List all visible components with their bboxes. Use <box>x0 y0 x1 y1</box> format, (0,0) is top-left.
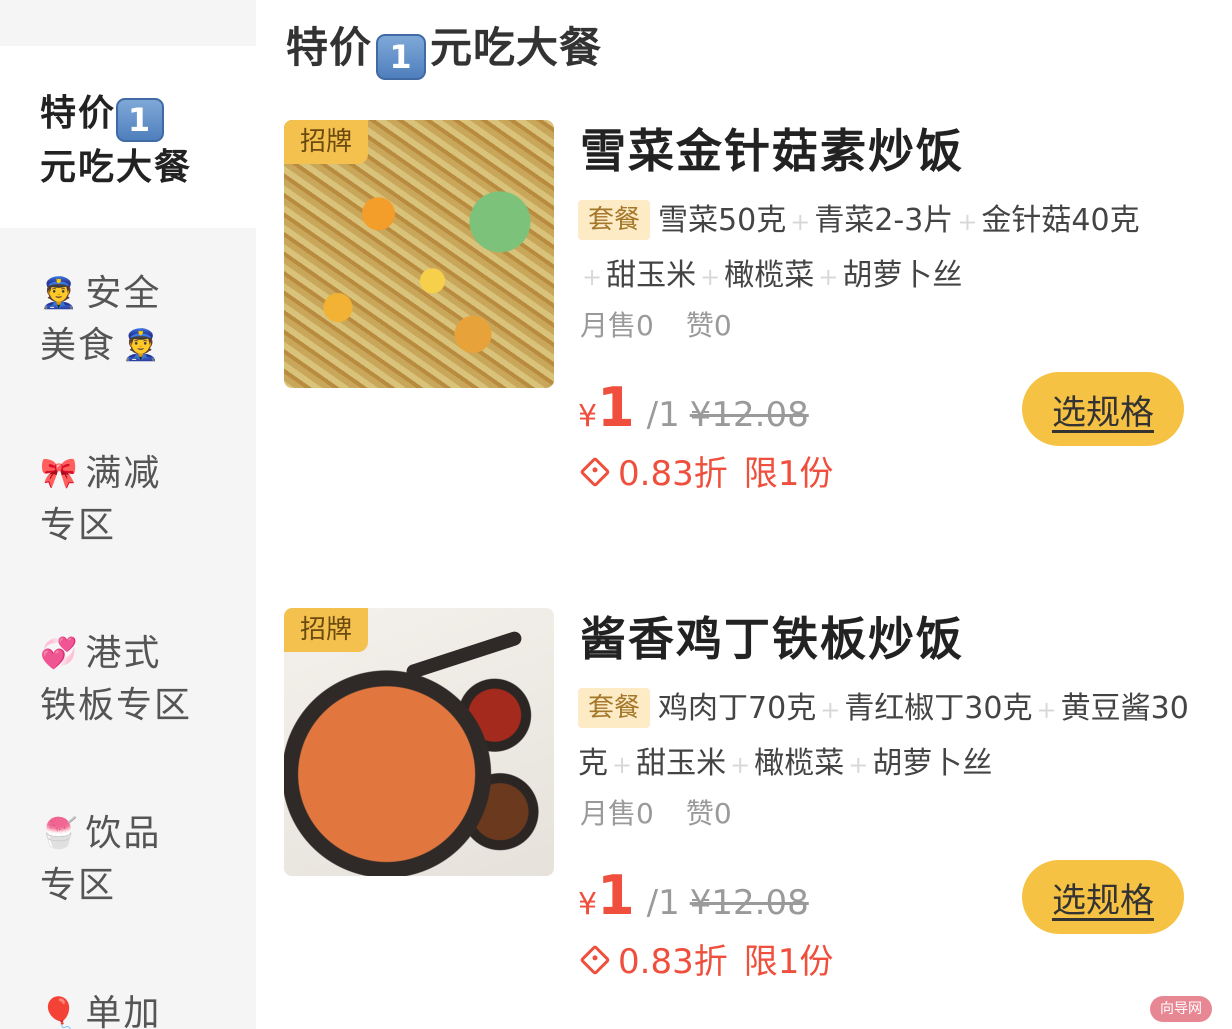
section-title-text: 元吃大餐 <box>430 23 603 72</box>
plus-icon: + <box>957 208 978 236</box>
sidebar-item-label: 美食 <box>40 325 117 366</box>
ingredient: 雪菜50克 <box>658 203 787 238</box>
sidebar-item-label: 单加 <box>85 993 162 1029</box>
signature-badge: 招牌 <box>284 120 368 164</box>
currency-symbol: ¥ <box>578 887 598 922</box>
plus-icon: + <box>700 263 721 291</box>
sidebar-item-label: 满减 <box>85 453 162 494</box>
keycap-one-icon: 1 <box>116 98 165 142</box>
ribbon-icon: 🎀 <box>40 456 80 491</box>
sidebar-item-special-price[interactable]: 特价 1 元吃大餐 <box>40 88 240 194</box>
sidebar-item-label: 特价 <box>40 93 117 134</box>
product-name: 雪菜金针菇素炒饭 <box>580 124 964 178</box>
plus-icon: + <box>612 751 633 779</box>
ingredient: 金针菇40克 <box>981 203 1140 238</box>
police-officer-icon: 👮 <box>122 328 162 363</box>
ingredient: 甜玉米 <box>636 746 727 781</box>
ingredient: 鸡肉丁70克 <box>658 691 817 726</box>
ingredient: 橄榄菜 <box>754 746 845 781</box>
sidebar-item-hk-teppanyaki[interactable]: 💞 港式 铁板专区 <box>40 628 240 732</box>
ingredient: 胡萝卜丝 <box>872 746 993 781</box>
watermark-logo: 向导网 <box>1150 996 1212 1022</box>
keycap-one-icon: 1 <box>376 34 427 80</box>
current-price: 1 <box>597 864 635 927</box>
revolving-hearts-icon: 💞 <box>40 636 80 671</box>
price-tag-icon <box>579 456 611 488</box>
product-stats: 月售0 赞0 <box>580 306 732 346</box>
section-title-text: 特价 <box>286 23 373 72</box>
current-price: 1 <box>597 376 635 439</box>
product-description: 套餐 雪菜50克 + 青菜2-3片 + 金针菇40克 + 甜玉米 + 橄榄菜 + 胡萝卜丝 <box>578 194 1208 304</box>
likes-count: 赞0 <box>685 309 732 342</box>
category-sidebar: 特价 1 元吃大餐 👮 安全 美食 👮 🎀 满减 专区 💞 港式 铁板专区 🍧 … <box>0 0 256 1029</box>
sidebar-item-label: 专区 <box>40 505 117 546</box>
sidebar-item-label: 元吃大餐 <box>40 147 193 188</box>
sidebar-item-label: 铁板专区 <box>40 685 193 726</box>
balloon-icon: 🎈 <box>40 996 80 1029</box>
discount-info: 0.83折 限1份 <box>578 452 833 496</box>
sidebar-item-label: 安全 <box>85 273 162 314</box>
original-price: ¥12.08 <box>689 883 809 923</box>
ingredient: 青红椒丁30克 <box>844 691 1033 726</box>
monthly-sales: 月售0 <box>580 309 654 342</box>
sidebar-item-food-safety[interactable]: 👮 安全 美食 👮 <box>40 268 240 372</box>
sidebar-item-drinks[interactable]: 🍧 饮品 专区 <box>40 808 240 912</box>
product-name: 酱香鸡丁铁板炒饭 <box>580 612 964 666</box>
product-image[interactable]: 招牌 <box>284 608 554 876</box>
discount-rate: 0.83折 <box>618 454 728 494</box>
monthly-sales: 月售0 <box>580 797 654 830</box>
plus-icon: + <box>730 751 751 779</box>
page: 特价 1 元吃大餐 👮 安全 美食 👮 🎀 满减 专区 💞 港式 铁板专区 🍧 … <box>0 0 1232 1029</box>
sidebar-item-label: 专区 <box>40 865 117 906</box>
signature-badge: 招牌 <box>284 608 368 652</box>
section-title: 特价 1 元吃大餐 <box>286 18 602 80</box>
product-description: 套餐 鸡肉丁70克 + 青红椒丁30克 + 黄豆酱30克 + 甜玉米 + 橄榄菜 + 胡萝卜丝 <box>578 682 1208 792</box>
price-unit: /1 <box>646 395 680 435</box>
likes-count: 赞0 <box>685 797 732 830</box>
price-tag-icon <box>579 944 611 976</box>
select-spec-button[interactable]: 选规格 <box>1022 860 1184 934</box>
plus-icon: + <box>820 696 841 724</box>
ingredient: 青菜2-3片 <box>814 203 954 238</box>
discount-rate: 0.83折 <box>618 942 728 982</box>
discount-info: 0.83折 限1份 <box>578 940 833 984</box>
price-row: ¥1/1 ¥12.08 <box>578 866 809 926</box>
product-card[interactable]: 招牌 酱香鸡丁铁板炒饭 套餐 鸡肉丁70克 + 青红椒丁30克 + 黄豆酱30克 + 甜玉米 +… <box>284 608 1214 1029</box>
currency-symbol: ¥ <box>578 399 598 434</box>
sidebar-item-label: 港式 <box>85 633 162 674</box>
product-image[interactable]: 招牌 <box>284 120 554 388</box>
plus-icon: + <box>848 751 869 779</box>
police-officer-icon: 👮 <box>40 276 80 311</box>
shaved-ice-icon: 🍧 <box>40 816 80 851</box>
product-card[interactable]: 招牌 雪菜金针菇素炒饭 套餐 雪菜50克 + 青菜2-3片 + 金针菇40克 + 甜玉米 + 橄榄… <box>284 120 1214 560</box>
plus-icon: + <box>790 208 811 236</box>
set-meal-tag: 套餐 <box>578 688 651 728</box>
sidebar-item-previous[interactable] <box>0 0 256 46</box>
sidebar-item-add-ons[interactable]: 🎈 单加 <box>40 988 240 1029</box>
ingredient: 胡萝卜丝 <box>842 258 963 293</box>
plus-icon: + <box>818 263 839 291</box>
sidebar-item-label: 饮品 <box>85 813 162 854</box>
pan-handle <box>404 629 524 681</box>
ingredient: 甜玉米 <box>606 258 697 293</box>
plus-icon: + <box>1036 696 1057 724</box>
original-price: ¥12.08 <box>689 395 809 435</box>
set-meal-tag: 套餐 <box>578 200 651 240</box>
select-spec-button[interactable]: 选规格 <box>1022 372 1184 446</box>
price-row: ¥1/1 ¥12.08 <box>578 378 809 438</box>
price-unit: /1 <box>646 883 680 923</box>
plus-icon: + <box>582 263 603 291</box>
product-stats: 月售0 赞0 <box>580 794 732 834</box>
purchase-limit: 限1份 <box>743 454 834 494</box>
ingredient: 橄榄菜 <box>724 258 815 293</box>
sidebar-item-discount-zone[interactable]: 🎀 满减 专区 <box>40 448 240 552</box>
purchase-limit: 限1份 <box>743 942 834 982</box>
